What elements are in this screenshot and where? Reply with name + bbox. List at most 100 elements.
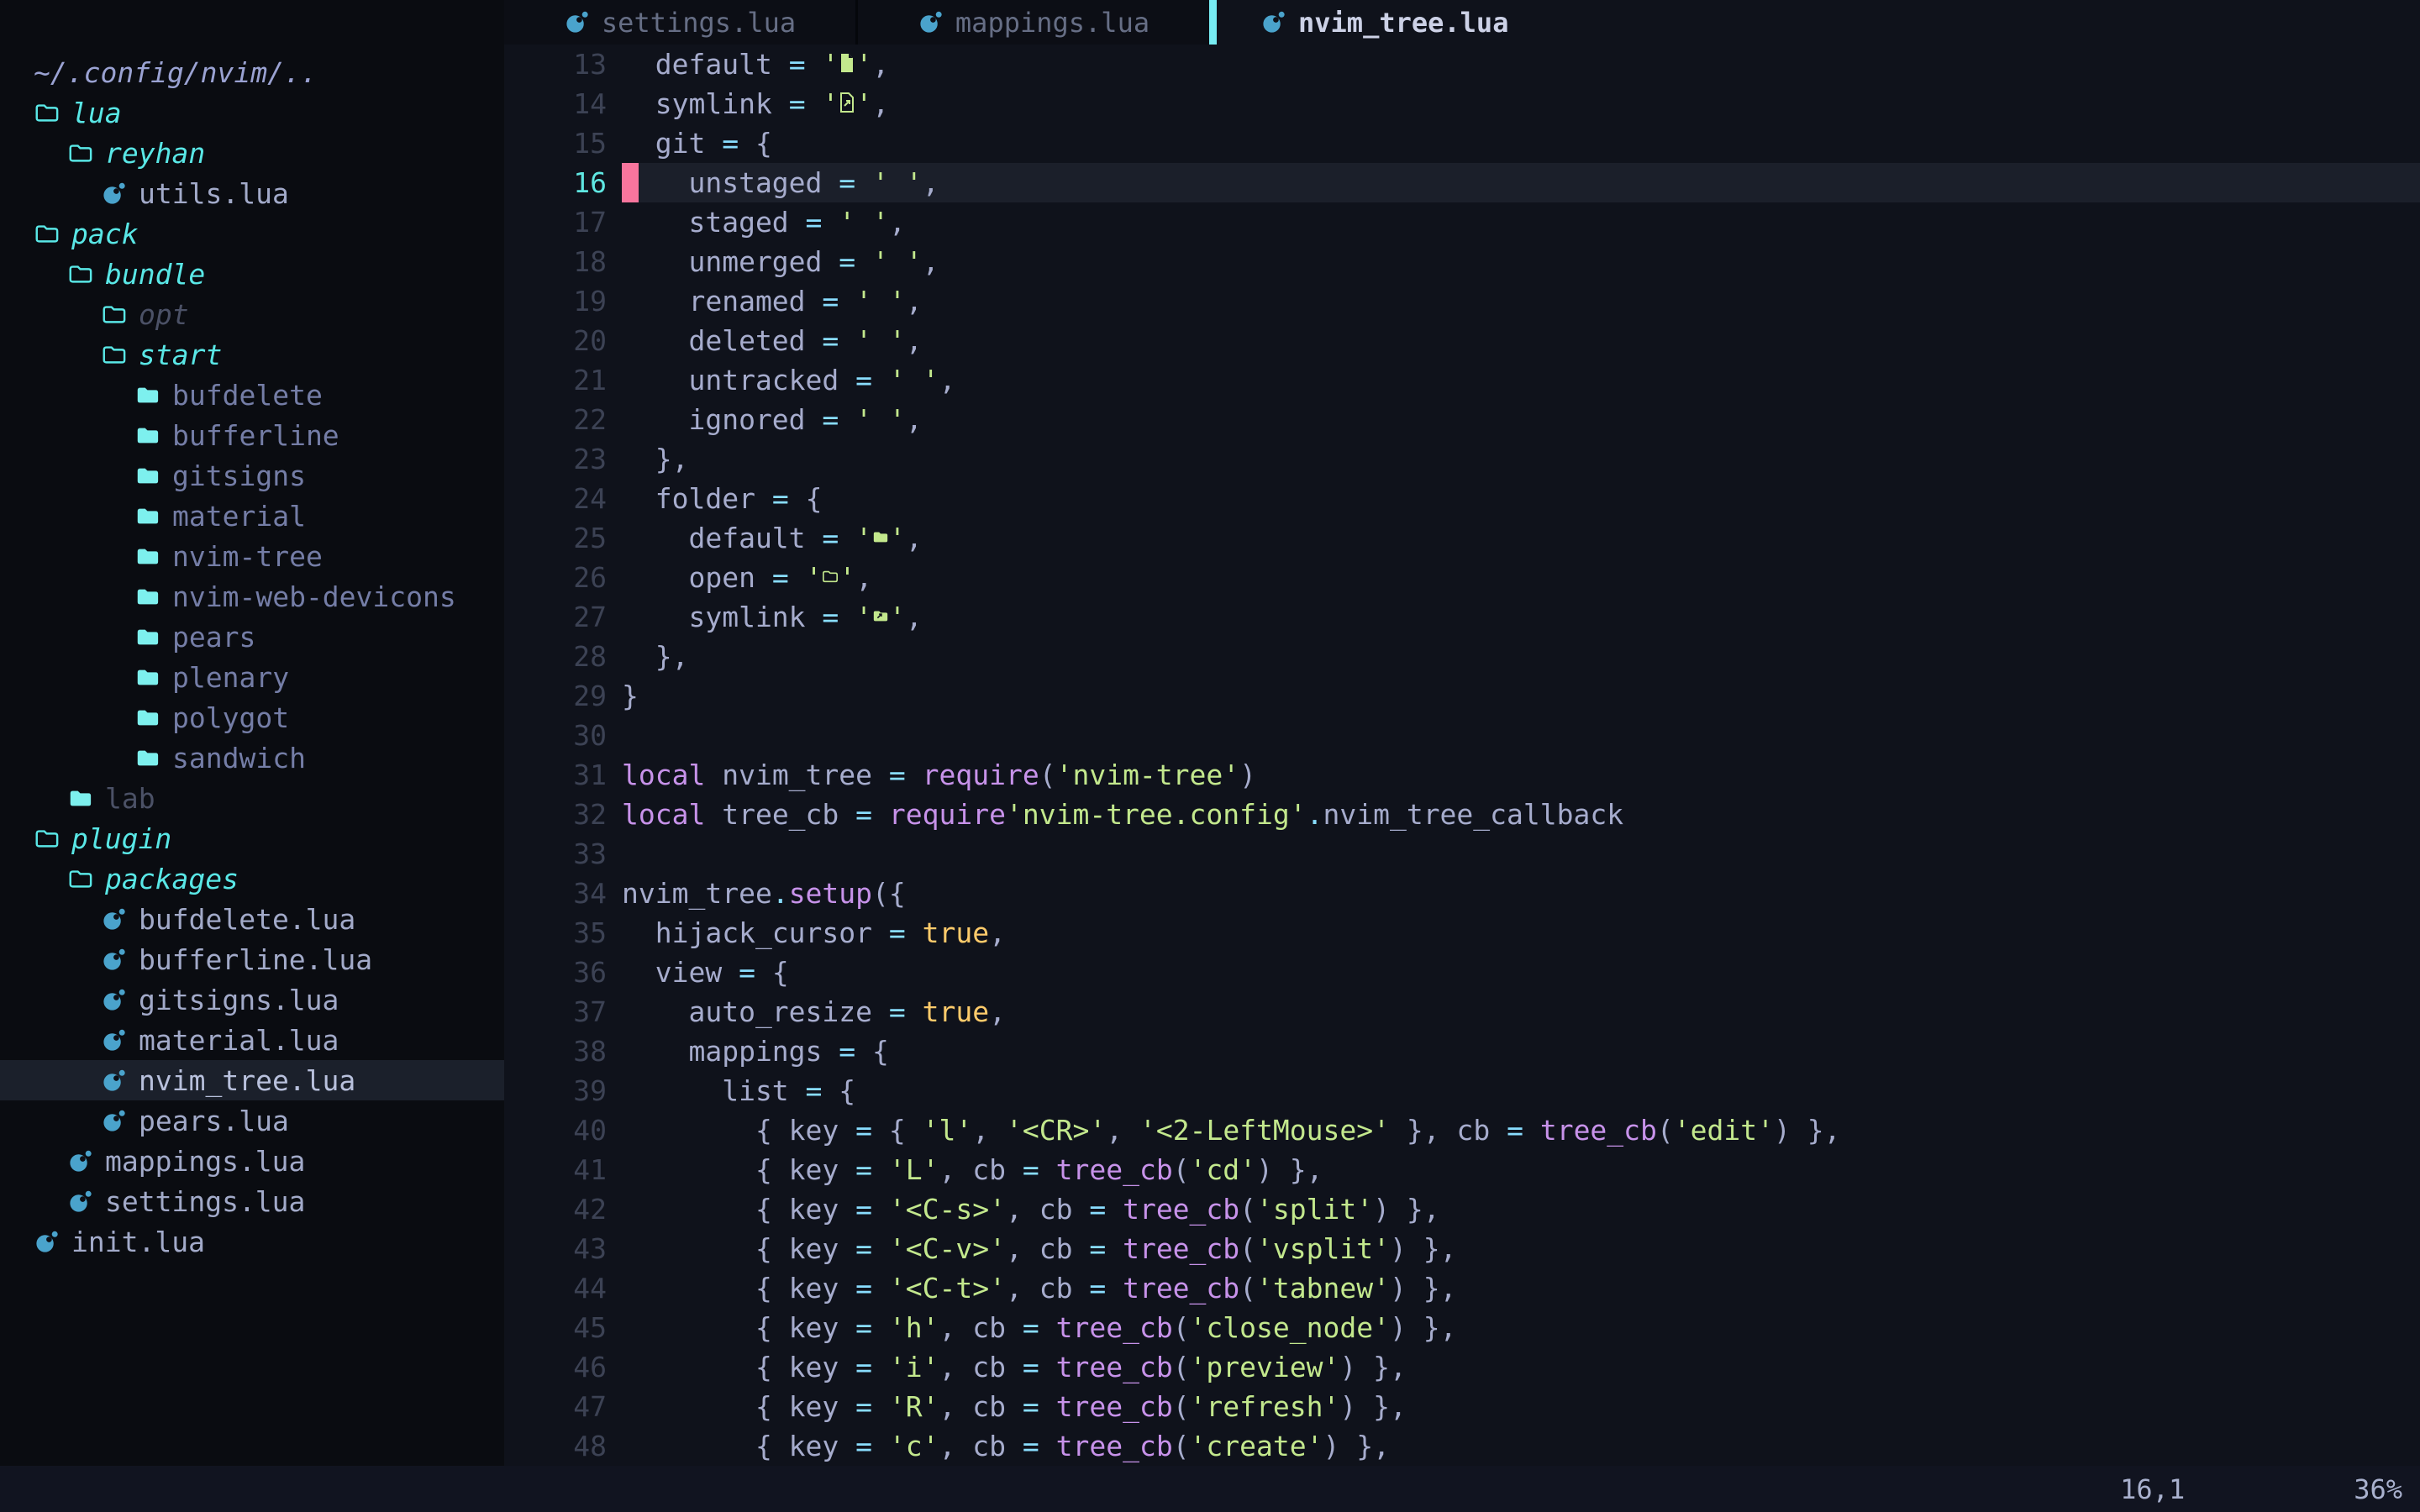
code-line-31[interactable]: 31local nvim_tree = require('nvim-tree') (504, 755, 2420, 795)
code-line-24[interactable]: 24 folder = { (504, 479, 2420, 518)
code-line-22[interactable]: 22 ignored = '', (504, 400, 2420, 439)
line-number: 21 (504, 360, 622, 400)
tree-item-start[interactable]: start (0, 334, 504, 375)
code-line-18[interactable]: 18 unmerged = '', (504, 242, 2420, 281)
code-line-48[interactable]: 48 { key = 'c', cb = tree_cb('create') }… (504, 1426, 2420, 1466)
tree-item-plenary[interactable]: plenary (0, 657, 504, 697)
code-line-38[interactable]: 38 mappings = { (504, 1032, 2420, 1071)
tree-item-pears[interactable]: pears (0, 617, 504, 657)
code-line-14[interactable]: 14 symlink = '', (504, 84, 2420, 123)
code-line-25[interactable]: 25 default = '', (504, 518, 2420, 558)
tree-item-material.lua[interactable]: material.lua (0, 1020, 504, 1060)
code-text: staged = '', (622, 202, 2420, 242)
tree-item-reyhan[interactable]: reyhan (0, 133, 504, 173)
code-line-36[interactable]: 36 view = { (504, 953, 2420, 992)
tree-item-gitsigns[interactable]: gitsigns (0, 455, 504, 496)
code-token: ( (1239, 1272, 1256, 1305)
tree-item-pack[interactable]: pack (0, 213, 504, 254)
tree-item-polygot[interactable]: polygot (0, 697, 504, 738)
code-line-32[interactable]: 32local tree_cb = require'nvim-tree.conf… (504, 795, 2420, 834)
line-number: 31 (504, 755, 622, 795)
tab-settings.lua[interactable]: settings.lua (504, 0, 855, 45)
line-number: 32 (504, 795, 622, 834)
code-line-23[interactable]: 23 }, (504, 439, 2420, 479)
code-area[interactable]: 13 default = '',14 symlink = '',15 git =… (504, 45, 2420, 1466)
code-line-16[interactable]: 16 unstaged = '', (504, 163, 2420, 202)
code-token: default (622, 48, 789, 81)
code-line-46[interactable]: 46 { key = 'i', cb = tree_cb('preview') … (504, 1347, 2420, 1387)
tree-item-label: pears (172, 621, 255, 654)
code-token: , (872, 48, 889, 81)
code-line-21[interactable]: 21 untracked = '', (504, 360, 2420, 400)
tree-item-nvim_tree.lua[interactable]: nvim_tree.lua (0, 1060, 504, 1100)
tree-item-bundle[interactable]: bundle (0, 254, 504, 294)
tree-item-bufferline.lua[interactable]: bufferline.lua (0, 939, 504, 979)
tree-item-bufdelete.lua[interactable]: bufdelete.lua (0, 899, 504, 939)
tree-item-utils.lua[interactable]: utils.lua (0, 173, 504, 213)
code-line-29[interactable]: 29} (504, 676, 2420, 716)
code-line-33[interactable]: 33 (504, 834, 2420, 874)
code-line-15[interactable]: 15 git = { (504, 123, 2420, 163)
tree-item-plugin[interactable]: plugin (0, 818, 504, 858)
code-token: ' (906, 166, 923, 199)
code-line-28[interactable]: 28 }, (504, 637, 2420, 676)
tree-item-init.lua[interactable]: init.lua (0, 1221, 504, 1262)
tree-item-sandwich[interactable]: sandwich (0, 738, 504, 778)
tree-item-lua[interactable]: lua (0, 92, 504, 133)
code-token: = (806, 206, 839, 239)
lua-icon (101, 946, 128, 973)
code-line-39[interactable]: 39 list = { (504, 1071, 2420, 1110)
tree-item-gitsigns.lua[interactable]: gitsigns.lua (0, 979, 504, 1020)
code-token: , (906, 324, 923, 357)
code-line-42[interactable]: 42 { key = '<C-s>', cb = tree_cb('split'… (504, 1189, 2420, 1229)
code-line-45[interactable]: 45 { key = 'h', cb = tree_cb('close_node… (504, 1308, 2420, 1347)
tree-item-packages[interactable]: packages (0, 858, 504, 899)
nvim-tree-sidebar[interactable]: ~/.config/nvim/.. luareyhanutils.luapack… (0, 0, 504, 1466)
code-line-17[interactable]: 17 staged = '', (504, 202, 2420, 242)
code-text: { key = 'h', cb = tree_cb('close_node') … (622, 1308, 2420, 1347)
tree-item-nvim-web-devicons[interactable]: nvim-web-devicons (0, 576, 504, 617)
line-number: 41 (504, 1150, 622, 1189)
line-number: 18 (504, 242, 622, 281)
code-token: { key (622, 1232, 855, 1265)
tree-item-bufferline[interactable]: bufferline (0, 415, 504, 455)
code-token: 'refresh' (1190, 1390, 1340, 1423)
code-token: ) }, (1339, 1351, 1406, 1383)
statusline: 16,1 36% (0, 1466, 2420, 1512)
code-token: = (1023, 1390, 1056, 1423)
tree-item-opt[interactable]: opt (0, 294, 504, 334)
code-line-40[interactable]: 40 { key = { 'l', '<CR>', '<2-LeftMouse>… (504, 1110, 2420, 1150)
code-line-13[interactable]: 13 default = '', (504, 45, 2420, 84)
tab-mappings.lua[interactable]: mappings.lua (855, 0, 1209, 45)
tree-item-bufdelete[interactable]: bufdelete (0, 375, 504, 415)
code-line-20[interactable]: 20 deleted = '', (504, 321, 2420, 360)
tree-item-label: start (139, 339, 222, 371)
code-token: = (855, 1430, 889, 1462)
tree-item-lab[interactable]: lab (0, 778, 504, 818)
code-line-30[interactable]: 30 (504, 716, 2420, 755)
line-number: 22 (504, 400, 622, 439)
code-line-43[interactable]: 43 { key = '<C-v>', cb = tree_cb('vsplit… (504, 1229, 2420, 1268)
code-line-41[interactable]: 41 { key = 'L', cb = tree_cb('cd') }, (504, 1150, 2420, 1189)
code-line-27[interactable]: 27 symlink = '', (504, 597, 2420, 637)
code-line-35[interactable]: 35 hijack_cursor = true, (504, 913, 2420, 953)
code-line-47[interactable]: 47 { key = 'R', cb = tree_cb('refresh') … (504, 1387, 2420, 1426)
tree-item-pears.lua[interactable]: pears.lua (0, 1100, 504, 1141)
tree-item-nvim-tree[interactable]: nvim-tree (0, 536, 504, 576)
code-line-34[interactable]: 34nvim_tree.setup({ (504, 874, 2420, 913)
code-token: true (923, 916, 989, 949)
code-token: nvim_tree_callback (1323, 798, 1623, 831)
folder-icon (134, 704, 161, 731)
code-line-19[interactable]: 19 renamed = '', (504, 281, 2420, 321)
tree-item-material[interactable]: material (0, 496, 504, 536)
tree-item-mappings.lua[interactable]: mappings.lua (0, 1141, 504, 1181)
code-token: = (855, 1232, 889, 1265)
code-line-26[interactable]: 26 open = '', (504, 558, 2420, 597)
code-token: list (622, 1074, 806, 1107)
code-line-44[interactable]: 44 { key = '<C-t>', cb = tree_cb('tabnew… (504, 1268, 2420, 1308)
code-line-37[interactable]: 37 auto_resize = true, (504, 992, 2420, 1032)
tab-nvim_tree.lua[interactable]: nvim_tree.lua (1217, 0, 1609, 45)
folder-open-icon (34, 220, 60, 247)
code-token: view (622, 956, 739, 989)
tree-item-settings.lua[interactable]: settings.lua (0, 1181, 504, 1221)
